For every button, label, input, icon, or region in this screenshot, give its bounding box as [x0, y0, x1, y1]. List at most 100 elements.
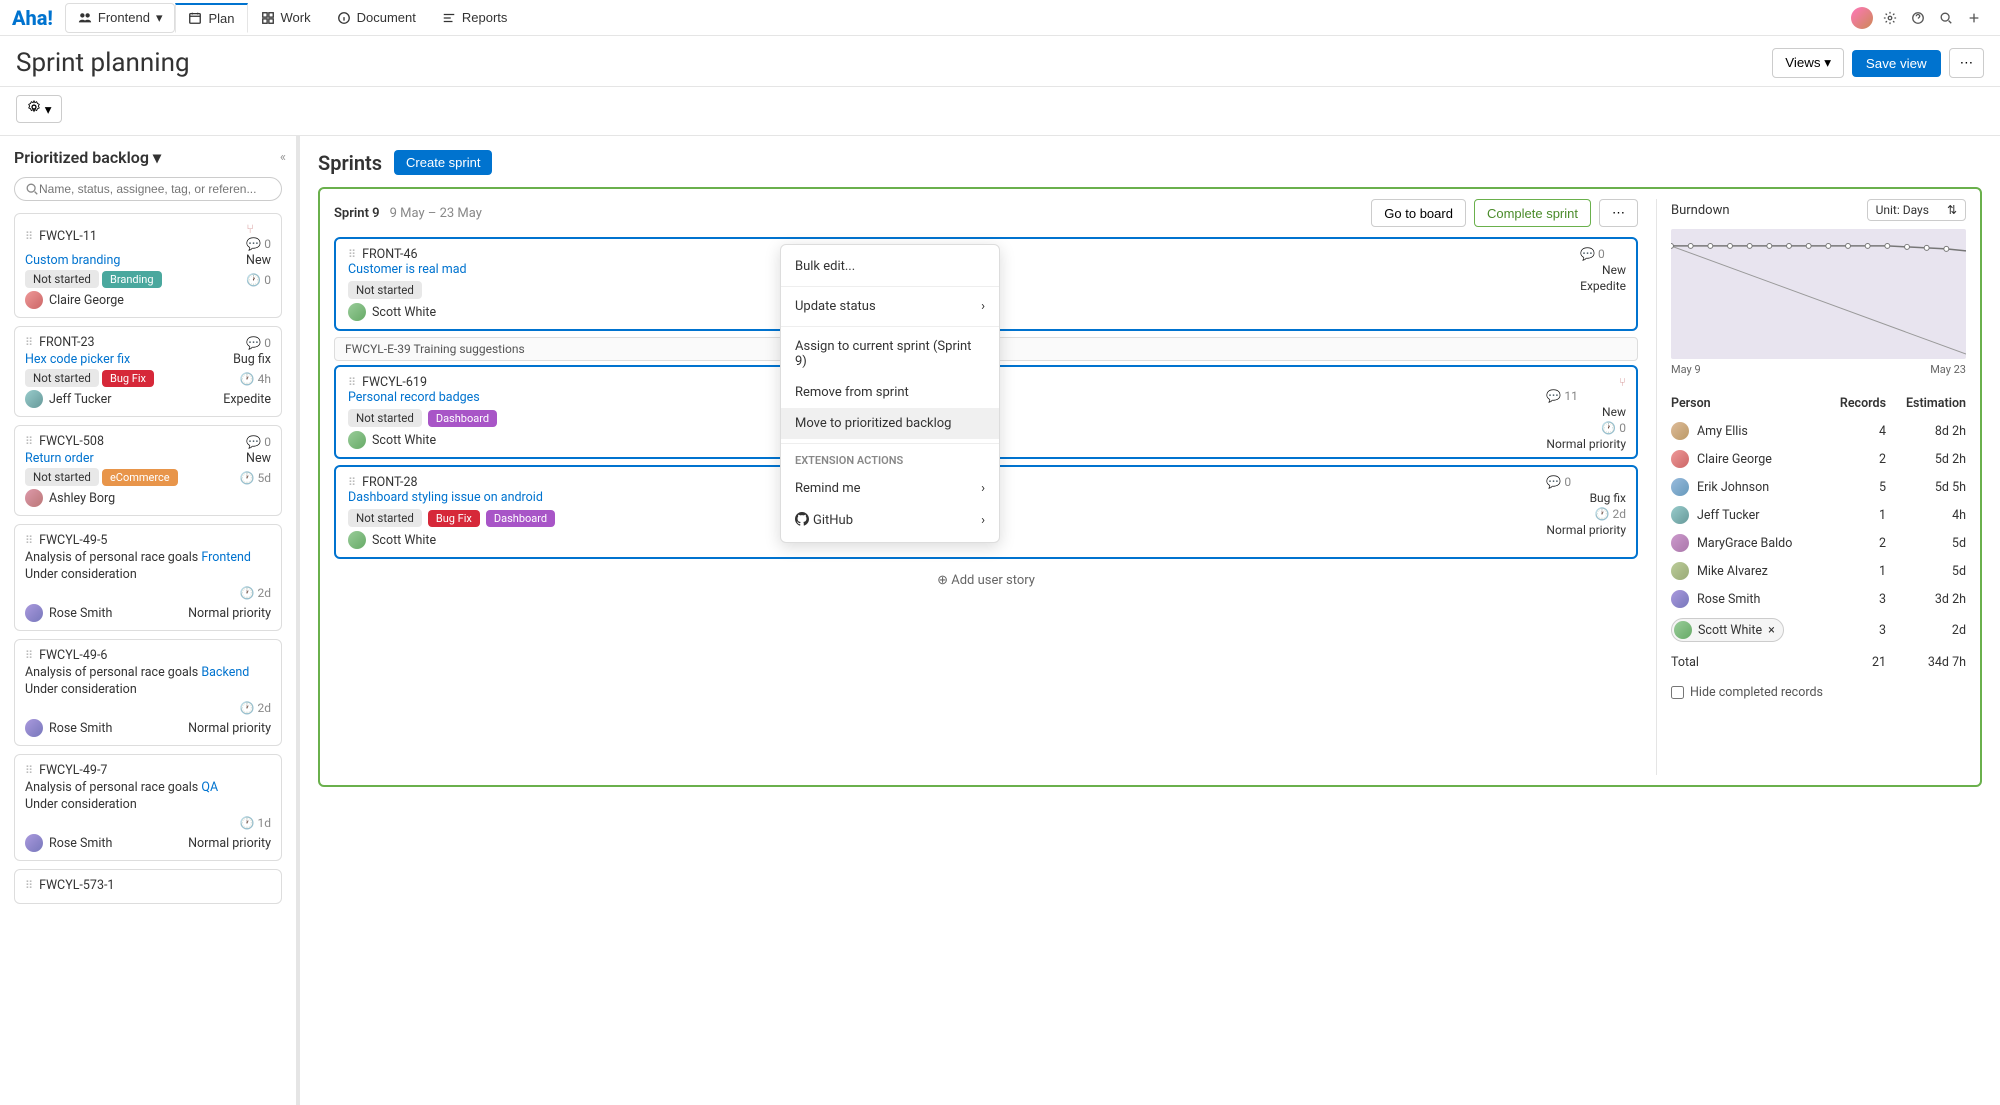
search-box[interactable] [14, 177, 282, 201]
ctx-assign[interactable]: Assign to current sprint (Sprint 9) [781, 331, 999, 377]
grid-icon [261, 11, 275, 25]
drag-icon: ⠿ [25, 435, 33, 448]
person-chip[interactable]: Scott White × [1671, 618, 1784, 642]
backlog-card[interactable]: ⠿ FWCYL-11⑂ 💬 0Custom brandingNewNot sta… [14, 213, 282, 318]
chevron-down-icon: ▾ [156, 10, 163, 26]
backlog-card[interactable]: ⠿ FWCYL-508💬 0Return orderNewNot started… [14, 425, 282, 516]
save-view-button[interactable]: Save view [1852, 50, 1941, 77]
nav-work[interactable]: Work [248, 3, 324, 32]
help-icon[interactable] [1904, 4, 1932, 32]
sprints-title: Sprints [318, 151, 382, 175]
person-name: Scott White × [1671, 618, 1826, 642]
people-row: MaryGrace Baldo25d [1671, 529, 1966, 557]
assignee: Claire George [25, 291, 124, 309]
more-button[interactable]: ⋯ [1949, 48, 1984, 78]
people-row: Mike Alvarez15d [1671, 557, 1966, 585]
person-estimation: 5d 2h [1886, 452, 1966, 467]
card-title[interactable]: Hex code picker fix [25, 352, 130, 367]
time-estimate: 🕐 0 [246, 273, 271, 287]
backlog-sidebar: Prioritized backlog ▾ « ⠿ FWCYL-11⑂ 💬 0C… [0, 136, 300, 1105]
person-records: 5 [1826, 480, 1886, 495]
burndown-title: Burndown [1671, 203, 1730, 218]
drag-icon: ⠿ [25, 879, 33, 892]
settings-icon[interactable] [1876, 4, 1904, 32]
chevron-right-icon: › [981, 481, 985, 496]
sprint-container: Sprint 9 9 May – 23 May Go to board Comp… [318, 187, 1982, 787]
gear-button[interactable]: ▾ [16, 95, 62, 123]
people-row: Erik Johnson55d 5h [1671, 473, 1966, 501]
assignee: Rose Smith [25, 604, 112, 622]
sprints-content: Sprints Create sprint Sprint 9 9 May – 2… [300, 136, 2000, 1105]
col-estimation: Estimation [1886, 396, 1966, 411]
priority: Normal priority [188, 836, 271, 851]
sidebar-title[interactable]: Prioritized backlog ▾ [14, 148, 282, 167]
search-icon[interactable] [1932, 4, 1960, 32]
card-title[interactable]: Analysis of personal race goals Frontend [25, 550, 251, 565]
ctx-update-status[interactable]: Update status› [781, 291, 999, 322]
hide-completed-row[interactable]: Hide completed records [1671, 685, 1966, 700]
ctx-github[interactable]: GitHub› [781, 504, 999, 536]
priority: Expedite [1580, 279, 1626, 293]
person-records: 2 [1826, 452, 1886, 467]
tag-badge: Bug Fix [428, 510, 480, 527]
add-user-story[interactable]: ⊕ Add user story [334, 565, 1638, 596]
total-label: Total [1671, 655, 1826, 670]
total-records: 21 [1826, 655, 1886, 670]
card-substatus: Under consideration [25, 682, 271, 697]
status-badge: Not started [348, 509, 422, 527]
complete-sprint-button[interactable]: Complete sprint [1474, 199, 1591, 227]
ctx-move-to-backlog[interactable]: Move to prioritized backlog [781, 408, 999, 439]
drag-icon: ⠿ [25, 764, 33, 777]
priority: Normal priority [1546, 437, 1626, 451]
close-icon[interactable]: × [1768, 623, 1775, 638]
card-title[interactable]: Analysis of personal race goals Backend [25, 665, 249, 680]
add-icon[interactable] [1960, 4, 1988, 32]
burndown-x-start: May 9 [1671, 363, 1701, 376]
logo[interactable]: Aha! [12, 6, 53, 30]
time-estimate: 🕐 2d [240, 701, 271, 715]
ctx-bulk-edit[interactable]: Bulk edit... [781, 251, 999, 282]
sprint-dates: 9 May – 23 May [390, 206, 482, 221]
views-button[interactable]: Views ▾ [1772, 48, 1844, 78]
card-title[interactable]: Analysis of personal race goals QA [25, 780, 218, 795]
backlog-card[interactable]: ⠿ FWCYL-573-1 [14, 869, 282, 904]
total-estimation: 34d 7h [1886, 655, 1966, 670]
workspace-selector[interactable]: Frontend ▾ [65, 3, 176, 33]
tag-badge: Dashboard [486, 510, 555, 527]
backlog-card[interactable]: ⠿ FWCYL-49-5Analysis of personal race go… [14, 524, 282, 631]
assignee: Ashley Borg [25, 489, 115, 507]
collapse-icon[interactable]: « [280, 150, 286, 165]
status-badge: Not started [348, 281, 422, 299]
people-row: Rose Smith33d 2h [1671, 585, 1966, 613]
sprint-more-button[interactable]: ⋯ [1599, 199, 1638, 227]
nav-plan[interactable]: Plan [175, 3, 247, 33]
people-row: Jeff Tucker14h [1671, 501, 1966, 529]
status-badge: Not started [348, 409, 422, 427]
card-state: New [246, 253, 271, 268]
backlog-card[interactable]: ⠿ FWCYL-49-7Analysis of personal race go… [14, 754, 282, 861]
status-badge: Not started [25, 369, 99, 387]
comment-count: 💬 0 [246, 336, 271, 350]
profile-avatar[interactable] [1848, 4, 1876, 32]
time-estimate: 🕐 0 [1546, 421, 1626, 435]
story-state: Bug fix [1546, 491, 1626, 505]
person-estimation: 3d 2h [1886, 592, 1966, 607]
card-title[interactable]: Return order [25, 451, 94, 466]
create-sprint-button[interactable]: Create sprint [394, 150, 492, 175]
person-estimation: 5d 5h [1886, 480, 1966, 495]
search-input[interactable] [39, 182, 271, 196]
backlog-card[interactable]: ⠿ FRONT-23💬 0Hex code picker fixBug fixN… [14, 326, 282, 417]
status-badge: Not started [25, 468, 99, 486]
ctx-remove[interactable]: Remove from sprint [781, 377, 999, 408]
unit-selector[interactable]: Unit: Days⇅ [1867, 199, 1966, 221]
go-to-board-button[interactable]: Go to board [1371, 199, 1466, 227]
backlog-card[interactable]: ⠿ FWCYL-49-6Analysis of personal race go… [14, 639, 282, 746]
nav-document[interactable]: Document [324, 3, 429, 32]
ctx-remind[interactable]: Remind me› [781, 473, 999, 504]
priority: Expedite [223, 392, 271, 407]
tag-badge: eCommerce [102, 469, 178, 486]
card-title[interactable]: Custom branding [25, 253, 120, 268]
hide-completed-checkbox[interactable] [1671, 686, 1684, 699]
nav-reports[interactable]: Reports [429, 3, 521, 32]
comment-count: 💬 0 [246, 237, 271, 251]
